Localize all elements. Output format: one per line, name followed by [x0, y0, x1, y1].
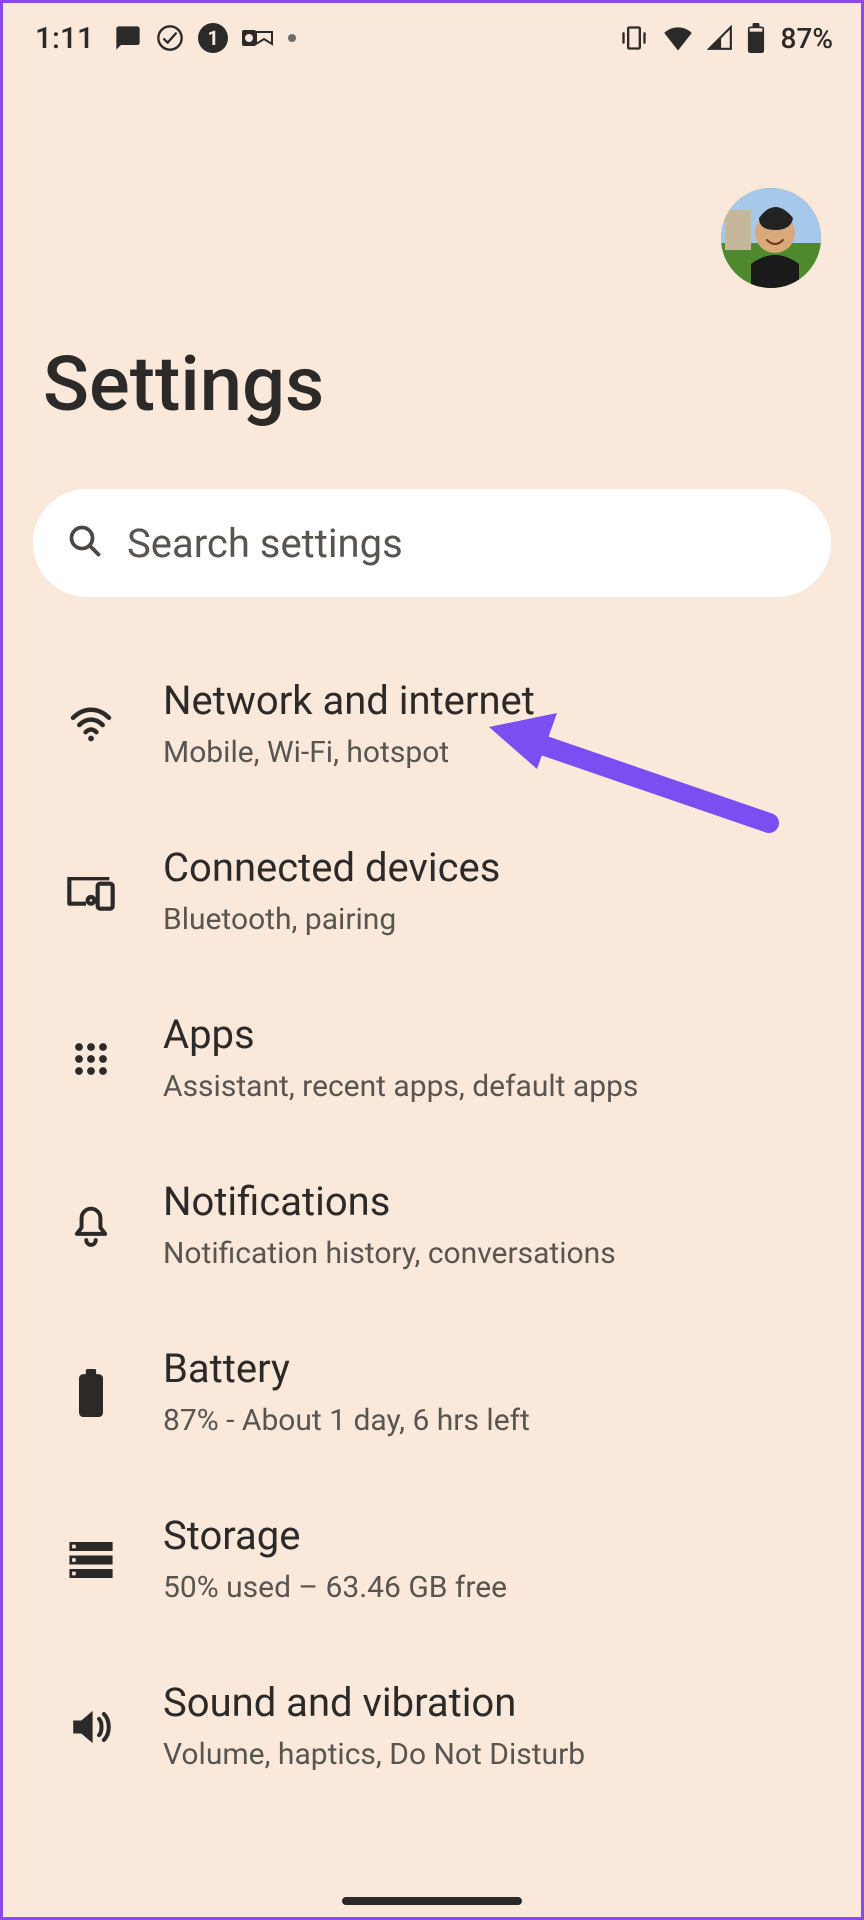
item-title: Network and internet [163, 677, 821, 725]
sync-icon [156, 24, 184, 52]
wifi-status-icon [663, 25, 693, 51]
item-apps[interactable]: Apps Assistant, recent apps, default app… [3, 975, 861, 1142]
vibrate-icon [619, 24, 649, 52]
item-sound-vibration[interactable]: Sound and vibration Volume, haptics, Do … [3, 1643, 861, 1810]
speaker-icon [63, 1707, 119, 1747]
item-storage[interactable]: Storage 50% used – 63.46 GB free [3, 1476, 861, 1643]
apps-grid-icon [63, 1041, 119, 1077]
item-subtitle: Notification history, conversations [163, 1234, 821, 1273]
navigation-handle[interactable] [342, 1897, 522, 1905]
item-title: Battery [163, 1345, 821, 1393]
wifi-icon [63, 707, 119, 743]
page-title: Settings [43, 339, 821, 429]
notification-count-badge: 1 [198, 23, 228, 53]
storage-icon [63, 1542, 119, 1578]
item-title: Notifications [163, 1178, 821, 1226]
battery-status-icon [747, 23, 765, 53]
item-subtitle: 50% used – 63.46 GB free [163, 1568, 821, 1607]
item-subtitle: Assistant, recent apps, default apps [163, 1067, 821, 1106]
battery-icon [63, 1369, 119, 1417]
search-icon [67, 523, 103, 563]
status-clock: 1:11 [35, 21, 94, 56]
bell-icon [63, 1204, 119, 1248]
cellular-signal-icon [707, 25, 733, 51]
item-battery[interactable]: Battery 87% - About 1 day, 6 hrs left [3, 1309, 861, 1476]
settings-list: Network and internet Mobile, Wi-Fi, hots… [3, 641, 861, 1810]
header: Settings [3, 73, 861, 429]
search-placeholder: Search settings [127, 520, 403, 567]
more-notifications-dot [288, 34, 296, 42]
item-notifications[interactable]: Notifications Notification history, conv… [3, 1142, 861, 1309]
status-bar: 1:11 1 87% [3, 3, 861, 73]
profile-avatar[interactable] [721, 188, 821, 288]
item-subtitle: 87% - About 1 day, 6 hrs left [163, 1401, 821, 1440]
item-title: Sound and vibration [163, 1679, 821, 1727]
devices-icon [63, 873, 119, 911]
chat-icon [114, 24, 142, 52]
outlook-icon [242, 24, 274, 52]
search-settings[interactable]: Search settings [33, 489, 831, 597]
item-network-internet[interactable]: Network and internet Mobile, Wi-Fi, hots… [3, 641, 861, 808]
item-title: Connected devices [163, 844, 821, 892]
battery-percent: 87% [781, 22, 833, 55]
item-subtitle: Volume, haptics, Do Not Disturb [163, 1735, 821, 1774]
item-title: Storage [163, 1512, 821, 1560]
item-connected-devices[interactable]: Connected devices Bluetooth, pairing [3, 808, 861, 975]
item-title: Apps [163, 1011, 821, 1059]
item-subtitle: Mobile, Wi-Fi, hotspot [163, 733, 821, 772]
item-subtitle: Bluetooth, pairing [163, 900, 821, 939]
